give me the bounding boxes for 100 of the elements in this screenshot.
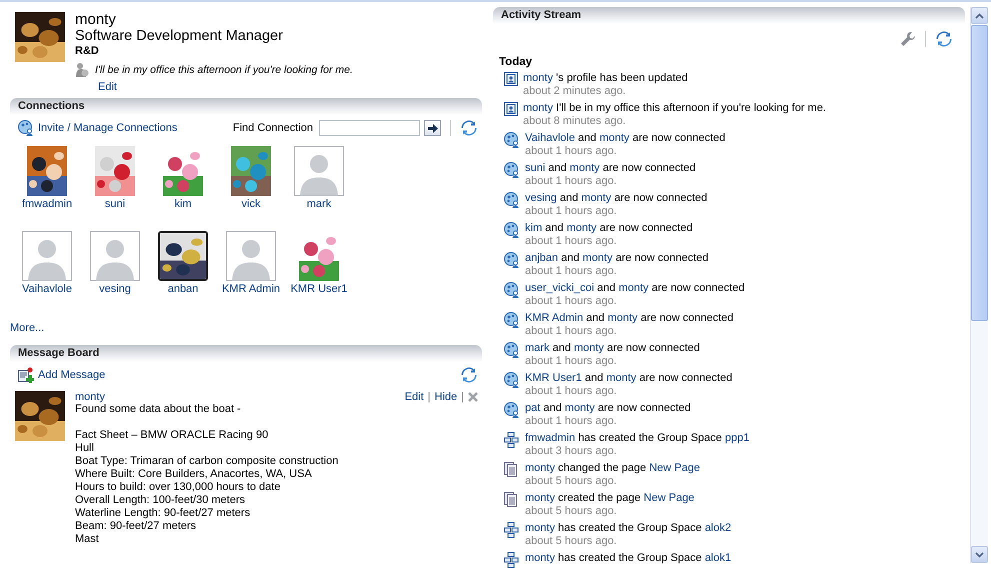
add-message-link[interactable]: Add Message	[38, 369, 106, 381]
person-link[interactable]: KMR Admin	[222, 282, 280, 296]
connected-boxes-icon	[504, 432, 520, 448]
activity-time: about 3 hours ago.	[525, 445, 618, 458]
person-silhouette-icon	[294, 146, 344, 196]
activity-link[interactable]: suni	[525, 162, 546, 174]
activity-link[interactable]: monty	[525, 552, 555, 564]
activity-time: about 2 minutes ago.	[523, 85, 627, 98]
network-person-icon	[504, 192, 520, 208]
message-line: Hours to build: over 130,000 hours to date	[75, 481, 282, 494]
activity-link[interactable]: user_vicki_coi	[525, 282, 594, 294]
network-person-icon	[18, 120, 34, 136]
network-person-icon	[504, 312, 520, 328]
activity-time: about 1 hours ago.	[525, 295, 618, 308]
scroll-down-button[interactable]	[971, 546, 988, 563]
activity-time: about 5 hours ago.	[525, 505, 618, 518]
activity-text: mark and monty are now connected	[525, 341, 700, 355]
activity-link[interactable]: monty	[608, 312, 638, 324]
activity-text: kim and monty are now connected	[525, 221, 693, 235]
connected-boxes-icon	[504, 522, 520, 538]
separator: |	[461, 391, 464, 403]
activity-text: monty has created the Group Space alok2	[525, 521, 732, 535]
activity-time: about 1 hours ago.	[525, 145, 618, 158]
activity-text: Vaihavlole and monty are now connected	[525, 131, 726, 145]
activity-link[interactable]: mark	[525, 342, 550, 354]
message-line: Beam: 90-feet/27 meters	[75, 520, 198, 533]
activity-link[interactable]: KMR Admin	[525, 312, 584, 324]
network-person-icon	[504, 162, 520, 178]
person-link[interactable]: Vaihavlole	[22, 282, 72, 296]
activity-text: KMR User1 and monty are now connected	[525, 371, 732, 385]
activity-link[interactable]: fmwadmin	[525, 432, 576, 444]
activity-text: monty changed the page New Page	[525, 461, 700, 475]
profile-name: monty	[75, 12, 117, 28]
connected-boxes-icon	[504, 552, 520, 568]
network-person-icon	[504, 402, 520, 418]
activity-link[interactable]: alok1	[704, 552, 732, 564]
activity-text: pat and monty are now connected	[525, 401, 691, 415]
activity-link[interactable]: KMR User1	[525, 372, 582, 384]
close-icon[interactable]	[468, 392, 478, 402]
activity-link[interactable]: vesing	[525, 192, 557, 204]
person-link[interactable]: mark	[306, 197, 332, 211]
activity-link[interactable]: Vaihavlole	[525, 132, 575, 144]
job-title: Software Development Manager	[75, 28, 284, 45]
activity-link[interactable]: New Page	[644, 492, 694, 504]
scroll-up-button[interactable]	[971, 7, 988, 24]
refresh-icon[interactable]	[935, 30, 953, 48]
activity-time: about 1 hours ago.	[525, 175, 618, 188]
activity-link[interactable]: monty	[606, 372, 636, 384]
activity-text: monty I'll be in my office this afternoon if you're looking for me.	[523, 101, 826, 115]
activity-time: about 1 hours ago.	[525, 325, 618, 338]
activity-link[interactable]: monty	[523, 102, 553, 114]
activity-text: monty has created the Group Space alok1	[525, 551, 732, 565]
activity-link[interactable]: monty	[564, 402, 595, 414]
activity-link[interactable]: monty	[523, 72, 553, 84]
activity-link[interactable]: pat	[525, 402, 540, 414]
edit-link[interactable]: Edit	[98, 81, 117, 93]
person-link[interactable]: fmwadmin	[22, 197, 72, 211]
message-line: Boat Type: Trimaran of carbon composite construction	[75, 455, 340, 468]
go-button[interactable]	[424, 120, 441, 136]
person-link[interactable]: anban	[168, 282, 198, 296]
person-link[interactable]: kim	[174, 197, 192, 211]
person-link[interactable]: vesing	[99, 282, 131, 296]
activity-link[interactable]: monty	[525, 492, 555, 504]
activity-time: about 5 hours ago.	[525, 535, 618, 548]
arrow-right-icon	[428, 124, 438, 132]
wrench-icon[interactable]	[900, 31, 916, 47]
activity-time: about 1 hours ago.	[525, 355, 618, 368]
person-link[interactable]: KMR User1	[290, 282, 348, 296]
person-link[interactable]: vick	[242, 197, 260, 211]
invite-link[interactable]: Invite / Manage Connections	[38, 122, 178, 134]
activity-link[interactable]: monty	[566, 222, 597, 234]
activity-link[interactable]: monty	[525, 462, 555, 474]
network-person-icon	[504, 372, 520, 388]
activity-link[interactable]: monty	[570, 162, 600, 174]
more-link[interactable]: More...	[10, 322, 44, 334]
activity-link[interactable]: alok2	[704, 522, 732, 534]
activity-link[interactable]: ppp1	[724, 432, 750, 444]
message-action-link[interactable]: Hide	[434, 391, 458, 403]
refresh-icon[interactable]	[460, 119, 478, 137]
activity-link[interactable]: kim	[525, 222, 542, 234]
activity-link[interactable]: New Page	[649, 462, 700, 474]
activity-text: user_vicki_coi and monty are now connected	[525, 281, 745, 295]
find-connection-field[interactable]	[319, 120, 420, 136]
activity-link[interactable]: monty	[574, 342, 604, 354]
activity-time: about 1 hours ago.	[525, 385, 618, 398]
person-link[interactable]: suni	[104, 197, 126, 211]
author-link[interactable]: monty	[75, 391, 105, 403]
activity-link[interactable]: anjban	[525, 252, 558, 264]
activity-time: about 1 hours ago.	[525, 265, 618, 278]
message-action-link[interactable]: Edit	[404, 391, 424, 403]
activity-link[interactable]: monty	[618, 282, 649, 294]
activity-link[interactable]: monty	[581, 192, 612, 204]
profile-card-icon	[504, 72, 518, 86]
refresh-icon[interactable]	[460, 366, 478, 384]
activity-link[interactable]: monty	[525, 522, 555, 534]
activity-link[interactable]: monty	[599, 132, 630, 144]
department: R&D	[75, 45, 100, 58]
chevron-up-icon	[975, 12, 984, 18]
scroll-thumb[interactable]	[971, 25, 988, 321]
activity-link[interactable]: monty	[582, 252, 612, 264]
